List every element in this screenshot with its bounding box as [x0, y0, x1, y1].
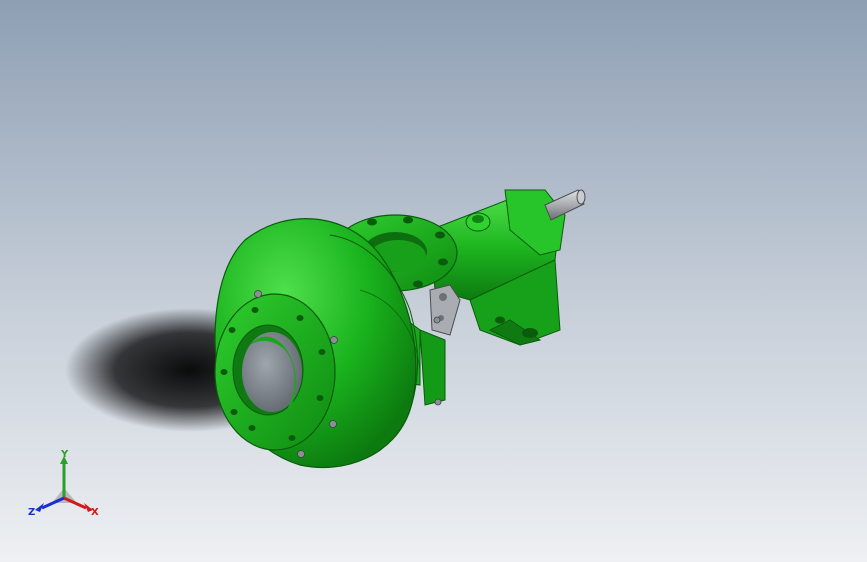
foot-bolt-hole	[522, 328, 538, 338]
foot-bolt-hole	[495, 316, 505, 324]
graphics-viewport[interactable]: Y X Z	[0, 0, 867, 562]
view-orientation-triad[interactable]: Y X Z	[22, 448, 104, 524]
z-axis-label: Z	[28, 507, 35, 518]
x-axis-label: X	[91, 507, 99, 518]
suction-flange[interactable]	[214, 293, 336, 451]
y-axis-label: Y	[60, 449, 69, 460]
model-scene[interactable]	[0, 0, 867, 562]
